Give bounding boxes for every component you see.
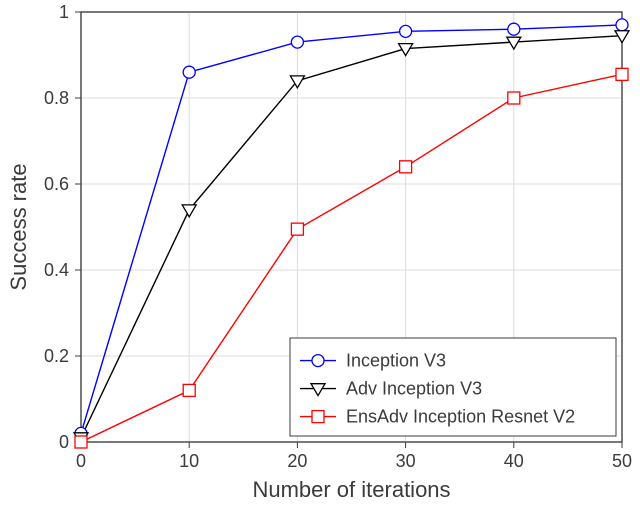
- marker-circle: [508, 23, 520, 35]
- chart-svg: 0 10 20 30 40 50 0 0.2 0.4 0.6 0.8 1 Number of itera…: [0, 0, 640, 508]
- x-tick-label: 50: [612, 451, 632, 471]
- marker-circle: [312, 355, 324, 367]
- marker-circle: [616, 19, 628, 31]
- marker-square: [291, 223, 303, 235]
- marker-square: [616, 68, 628, 80]
- y-tick-label: 0.4: [44, 260, 69, 280]
- x-tick-label: 40: [504, 451, 524, 471]
- x-axis-label: Number of iterations: [252, 477, 450, 502]
- marker-circle: [291, 36, 303, 48]
- marker-square: [312, 411, 324, 423]
- y-tick-label: 1: [59, 2, 69, 22]
- legend: Inception V3 Adv Inception V3 EnsAdv Incep…: [290, 338, 616, 436]
- legend-label: Inception V3: [346, 351, 446, 371]
- x-tick-label: 10: [179, 451, 199, 471]
- marker-square: [400, 161, 412, 173]
- y-tick-label: 0.6: [44, 174, 69, 194]
- marker-square: [183, 384, 195, 396]
- x-tick-label: 0: [76, 451, 86, 471]
- marker-circle: [183, 66, 195, 78]
- y-tick-label: 0.8: [44, 88, 69, 108]
- marker-square: [508, 92, 520, 104]
- marker-square: [75, 436, 87, 448]
- legend-label: EnsAdv Inception Resnet V2: [346, 407, 575, 427]
- y-tick-label: 0: [59, 432, 69, 452]
- x-tick-label: 20: [287, 451, 307, 471]
- line-chart: 0 10 20 30 40 50 0 0.2 0.4 0.6 0.8 1 Number of itera…: [0, 0, 640, 508]
- legend-label: Adv Inception V3: [346, 379, 482, 399]
- x-tick-label: 30: [396, 451, 416, 471]
- y-axis-label: Success rate: [6, 163, 31, 290]
- marker-circle: [400, 25, 412, 37]
- y-tick-label: 0.2: [44, 346, 69, 366]
